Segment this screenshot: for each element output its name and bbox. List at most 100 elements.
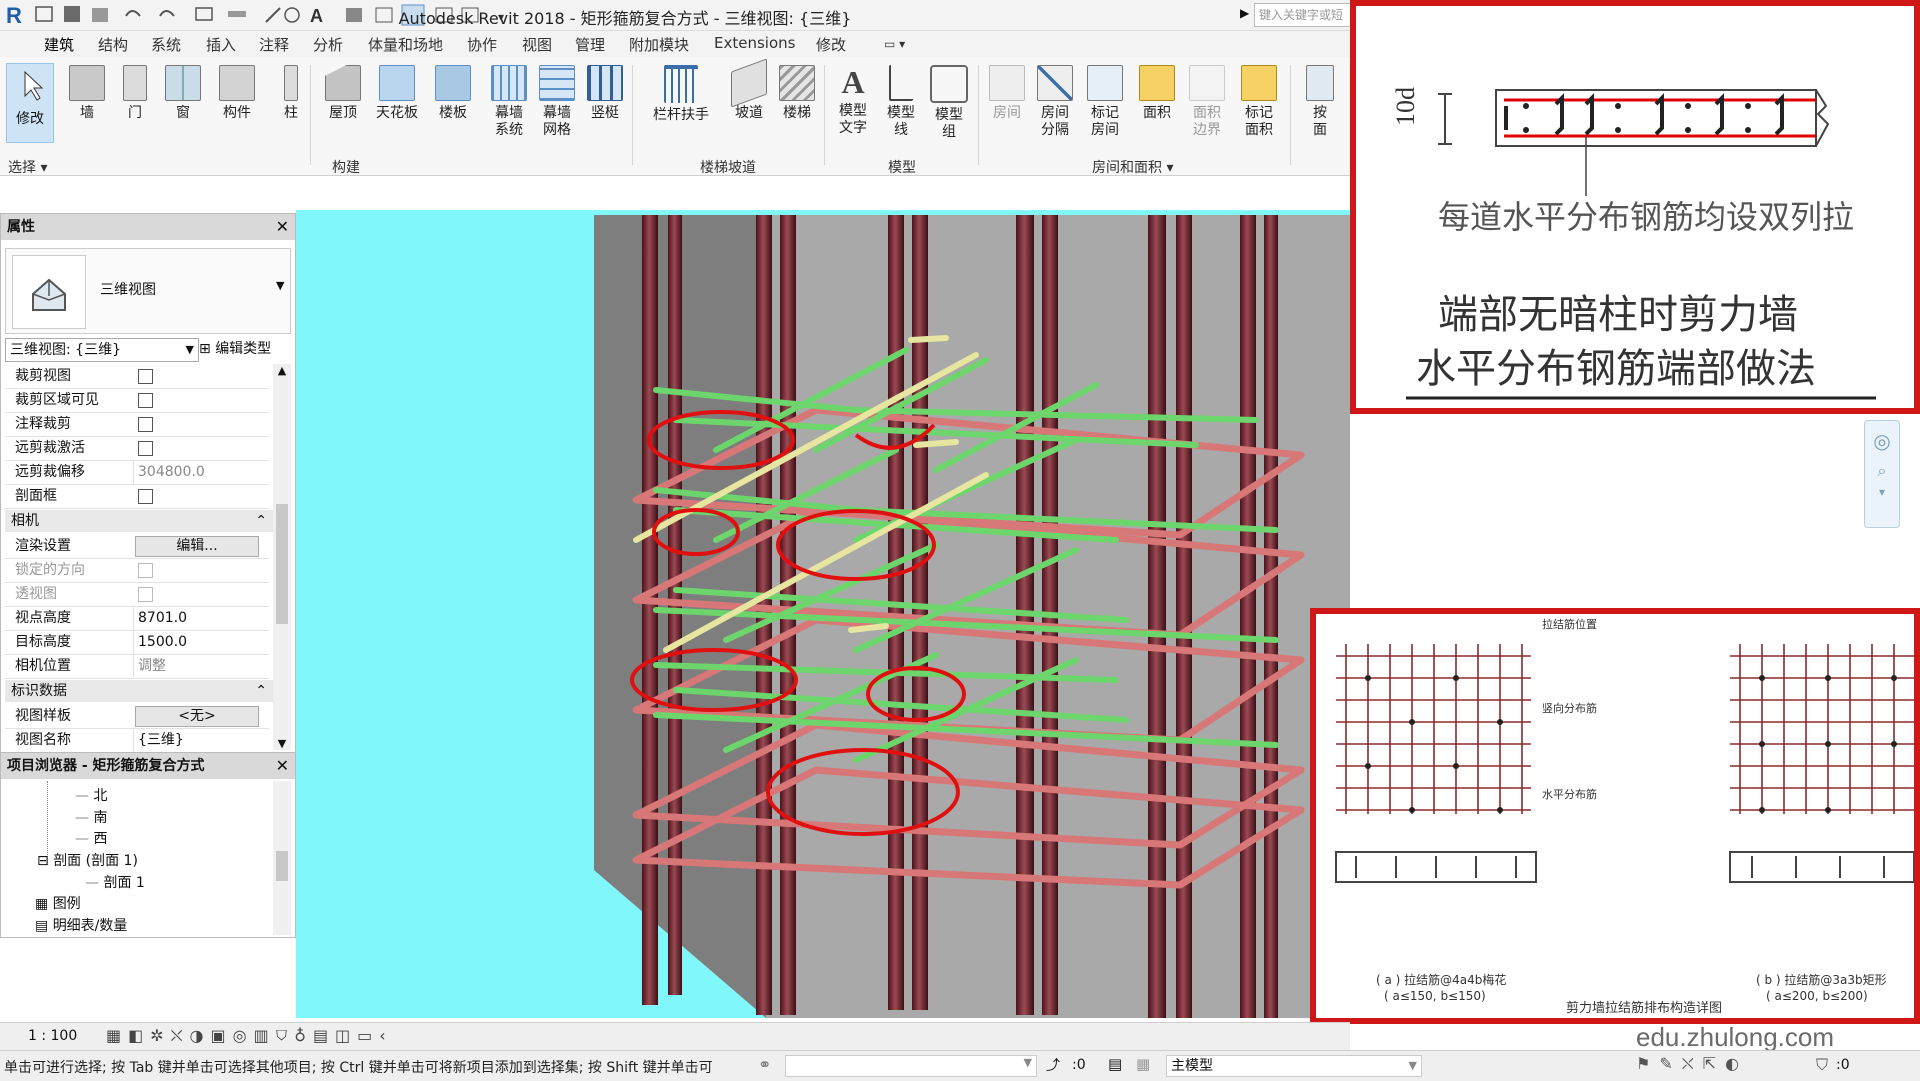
type-selector[interactable]: 三维视图 ▼ [5, 248, 291, 334]
view-control-icons[interactable]: ▦◧✲⛌◑▣◎▥⛉♁▤◫▭‹ [106, 1026, 393, 1046]
window-icon [165, 65, 201, 101]
tab-insert[interactable]: 插入 [206, 34, 236, 55]
modify-arrow-icon [24, 70, 44, 101]
scroll-thumb[interactable] [276, 851, 288, 881]
mullion-button[interactable]: 竖梃 [582, 65, 628, 122]
door-button[interactable]: 门 [112, 65, 158, 122]
render-edit-button[interactable]: 编辑... [135, 536, 259, 557]
curtain-grid-icon [539, 65, 575, 101]
active-workset-select[interactable]: 主模型 ▼ [1166, 1055, 1422, 1077]
wall-button[interactable]: 墙 [64, 65, 110, 122]
column-button[interactable]: 柱 [268, 65, 314, 122]
room-button[interactable]: 房间 [984, 65, 1030, 122]
tab-addins[interactable]: 附加模块 [629, 34, 689, 55]
3d-view-house-icon [12, 255, 86, 329]
tree-item-south[interactable]: — 南 [75, 807, 107, 827]
steering-wheel-icon[interactable]: ◎ [1865, 429, 1899, 453]
tab-analyze[interactable]: 分析 [313, 34, 343, 55]
curtain-system-button[interactable]: 幕墙 系统 [486, 65, 532, 139]
close-icon[interactable]: ✕ [276, 214, 289, 240]
curtain-grid-button[interactable]: 幕墙 网格 [534, 65, 580, 139]
navigation-bar[interactable]: ◎ ⌕ ▾ [1864, 420, 1900, 528]
ceiling-button[interactable]: 天花板 [374, 65, 420, 122]
chevron-down-icon: ▼ [276, 279, 285, 292]
tab-massing-site[interactable]: 体量和场地 [368, 34, 443, 55]
group-build: 构建 [332, 160, 360, 176]
caption-a-line1: ( a ) 拉结筋@4a4b梅花 [1376, 972, 1506, 987]
model-text-button[interactable]: A 模型 文字 [830, 65, 876, 137]
tab-modify[interactable]: 修改 [816, 34, 846, 55]
properties-scrollbar[interactable]: ▲ ▼ [273, 364, 291, 750]
model-line-button[interactable]: 模型 线 [878, 65, 924, 139]
tab-manage[interactable]: 管理 [575, 34, 605, 55]
status-message: 单击可进行选择; 按 Tab 键并单击可选择其他项目; 按 Ctrl 键并单击可… [4, 1060, 713, 1076]
tab-view[interactable]: 视图 [522, 34, 552, 55]
section-camera[interactable]: 相机 ⌃ [5, 510, 275, 532]
annotation-crop-checkbox[interactable] [138, 417, 153, 432]
railing-button[interactable]: 栏杆扶手 [650, 65, 712, 124]
chevron-down-icon[interactable]: ▾ [1865, 485, 1899, 499]
scroll-thumb[interactable] [276, 504, 288, 624]
group-select[interactable]: 选择 ▾ [8, 157, 47, 177]
tie-layout-drawing: 拉结筋位置 竖向分布筋 水平分布筋 ( a ) 拉结筋@4a4b梅花 ( a≤1… [1335, 617, 1915, 1016]
component-button[interactable]: 构件 [214, 65, 260, 122]
room-separator-button[interactable]: 房间 分隔 [1032, 65, 1078, 139]
tab-extensions[interactable]: Extensions [714, 34, 795, 52]
stair-button[interactable]: 楼梯 [774, 65, 820, 122]
area-boundary-button[interactable]: 面积 边界 [1184, 65, 1230, 139]
expand-arrow-icon[interactable]: ▶ [1240, 6, 1249, 20]
area-button[interactable]: 面积 [1134, 65, 1180, 122]
tab-structure[interactable]: 结构 [98, 34, 128, 55]
tree-item-legends[interactable]: ▦ 图例 [35, 893, 81, 913]
room-icon [989, 65, 1025, 101]
tag-room-button[interactable]: 标记 房间 [1082, 65, 1128, 139]
section-box-checkbox[interactable] [138, 489, 153, 504]
zoom-icon[interactable]: ⌕ [1865, 461, 1899, 481]
3d-viewport[interactable] [296, 210, 1350, 1018]
filter-icon[interactable]: ⛉ [1816, 1055, 1828, 1075]
model-group-button[interactable]: 模型 组 [926, 65, 972, 141]
tree-item-schedules[interactable]: ▤ 明细表/数量 [35, 915, 127, 935]
crop-region-checkbox[interactable] [138, 393, 153, 408]
edit-type-button[interactable]: ⊞ 编辑类型 [199, 338, 271, 360]
tab-annotate[interactable]: 注释 [259, 34, 289, 55]
crop-view-checkbox[interactable] [138, 369, 153, 384]
tree-item-west[interactable]: — 西 [75, 828, 107, 848]
scroll-up-icon: ▲ [277, 364, 287, 377]
far-clip-checkbox[interactable] [138, 441, 153, 456]
prop-eye-elevation: 视点高度 8701.0 [5, 606, 269, 631]
view-template-button[interactable]: <无> [135, 706, 259, 727]
exclude-options-icon[interactable]: ▦ [1136, 1055, 1150, 1073]
window-button[interactable]: 窗 [160, 65, 206, 122]
status-bar: 单击可进行选择; 按 Tab 键并单击可选择其他项目; 按 Ctrl 键并单击可… [0, 1050, 1920, 1081]
modify-button[interactable]: 修改 [6, 63, 54, 143]
ramp-button[interactable]: 坡道 [726, 58, 772, 122]
prop-crop-view: 裁剪视图 [5, 364, 269, 389]
close-icon[interactable]: ✕ [276, 753, 289, 779]
view-instance-select[interactable]: 三维视图: {三维} ▼ [5, 338, 199, 362]
by-face-button[interactable]: 按 面 [1300, 65, 1340, 139]
column-icon [284, 65, 298, 101]
tab-collaborate[interactable]: 协作 [467, 34, 497, 55]
group-room-area[interactable]: 房间和面积 ▾ [1092, 157, 1173, 177]
editing-requests-icon[interactable]: ⤴ [1046, 1055, 1060, 1075]
worksets-icon[interactable]: ⚭ [758, 1055, 771, 1074]
browser-scrollbar[interactable] [273, 781, 291, 935]
tab-architecture[interactable]: 建筑 [44, 34, 74, 55]
selection-filter-icons[interactable]: ⚑✎⛌⇱◐ [1636, 1054, 1748, 1074]
design-options-icon[interactable]: ▤ [1108, 1055, 1122, 1073]
perspective-checkbox [138, 587, 153, 602]
workset-dropdown[interactable]: ▼ [785, 1055, 1037, 1077]
tag-area-button[interactable]: 标记 面积 [1236, 65, 1282, 139]
roof-button[interactable]: 屋顶 [320, 65, 366, 122]
floor-button[interactable]: 楼板 [430, 65, 476, 122]
tree-item-north[interactable]: — 北 [75, 785, 107, 805]
search-input[interactable]: 键入关键字或短 [1254, 3, 1355, 27]
rebar-3d-model[interactable] [296, 210, 1350, 1018]
tab-systems[interactable]: 系统 [151, 34, 181, 55]
view-scale[interactable]: 1 : 100 [28, 1028, 77, 1044]
section-identity-data[interactable]: 标识数据 ⌃ [5, 680, 275, 702]
tree-item-section-group[interactable]: ⊟ 剖面 (剖面 1) [37, 850, 138, 870]
ribbon-options-icon[interactable]: ▭ ▾ [884, 37, 905, 51]
tree-item-section-1[interactable]: — 剖面 1 [85, 872, 145, 892]
